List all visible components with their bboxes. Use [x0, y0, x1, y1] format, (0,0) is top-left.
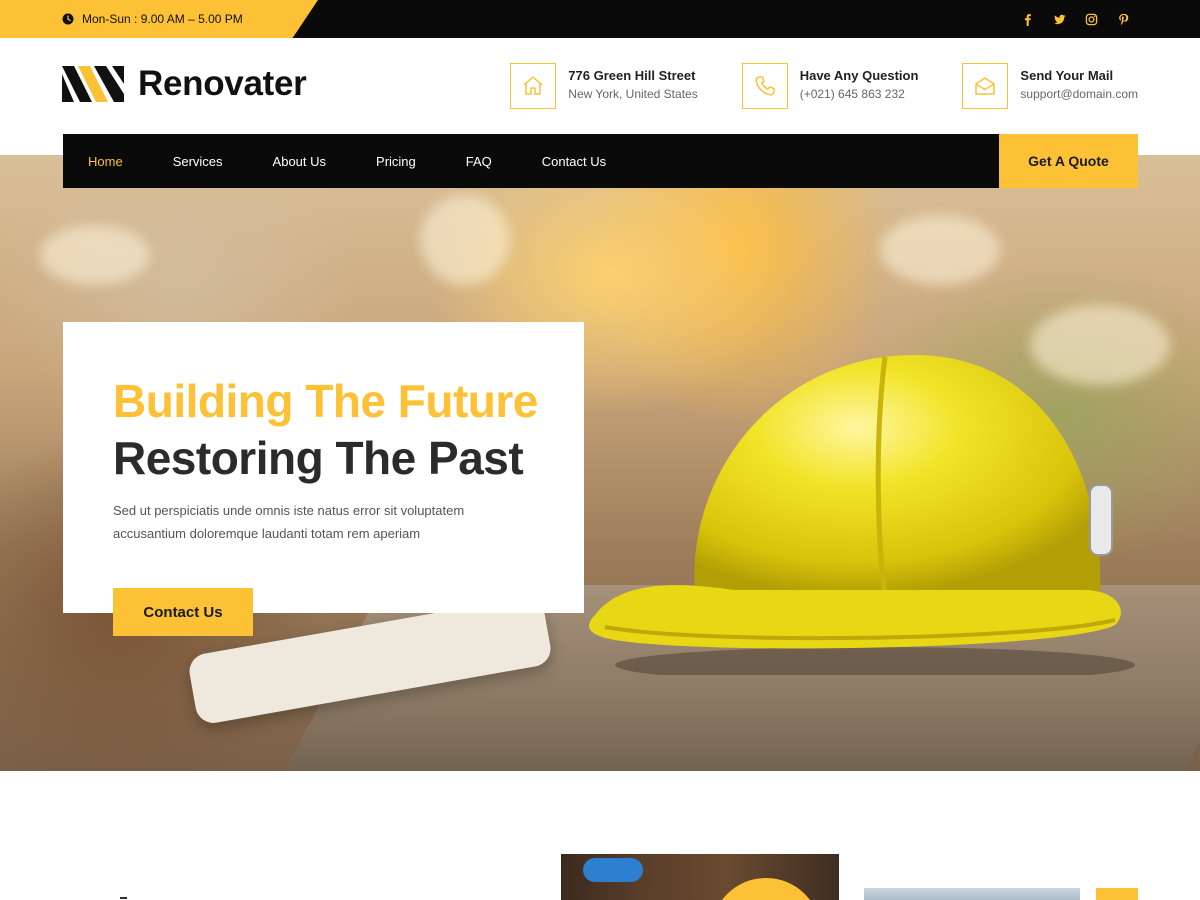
address-sub: New York, United States: [568, 87, 698, 101]
brand-logo[interactable]: Renovater: [62, 64, 307, 104]
contact-address: 776 Green Hill Street New York, United S…: [510, 63, 698, 109]
opening-hours-text: Mon-Sun : 9.00 AM – 5.00 PM: [82, 12, 243, 26]
facebook-icon[interactable]: [1020, 12, 1034, 26]
hero-contact-button[interactable]: Contact Us: [113, 588, 253, 636]
about-image-workers: [561, 854, 839, 900]
logo-mark-icon: [62, 66, 124, 102]
twitter-icon[interactable]: [1052, 12, 1066, 26]
top-bar: Mon-Sun : 9.00 AM – 5.00 PM: [0, 0, 1200, 38]
nav-item-about-us[interactable]: About Us: [273, 154, 326, 169]
hero-description: Sed ut perspiciatis unde omnis iste natu…: [113, 503, 465, 541]
hero-bokeh: [420, 195, 510, 285]
nav-item-services[interactable]: Services: [173, 154, 223, 169]
mail-icon[interactable]: [962, 63, 1009, 109]
social-links: [1020, 0, 1130, 38]
instagram-icon[interactable]: [1084, 12, 1098, 26]
hero-bokeh: [40, 225, 150, 285]
main-navigation: Home Services About Us Pricing FAQ Conta…: [63, 134, 1138, 188]
image-detail-hard-hat: [711, 878, 821, 900]
nav-item-contact-us[interactable]: Contact Us: [542, 154, 606, 169]
hero-bokeh: [880, 215, 1000, 285]
mail-title: Send Your Mail: [1020, 68, 1114, 83]
header-contacts: 776 Green Hill Street New York, United S…: [510, 63, 1138, 109]
contact-phone: Have Any Question (+021) 645 863 232: [741, 63, 919, 109]
about-image-sky: [864, 888, 1080, 900]
hero-headline-secondary: Restoring The Past: [113, 432, 524, 484]
nav-item-home[interactable]: Home: [88, 154, 123, 169]
accent-block: [1096, 888, 1138, 900]
nav-item-faq[interactable]: FAQ: [466, 154, 492, 169]
contact-mail: Send Your Mail support@domain.com: [962, 63, 1138, 109]
phone-icon[interactable]: [741, 63, 788, 109]
get-quote-button[interactable]: Get A Quote: [999, 134, 1138, 188]
opening-hours: Mon-Sun : 9.00 AM – 5.00 PM: [62, 0, 243, 38]
clock-icon: [62, 13, 74, 25]
phone-title: Have Any Question: [799, 68, 919, 83]
section-heading-fragment: [120, 897, 127, 899]
nav-item-pricing[interactable]: Pricing: [376, 154, 416, 169]
hard-hat-image: [589, 355, 1135, 675]
hero-headline-primary: Building The Future: [113, 375, 538, 427]
brand-name: Renovater: [138, 64, 307, 103]
phone-number[interactable]: (+021) 645 863 232: [800, 84, 919, 104]
image-detail-goggles: [583, 858, 643, 882]
mail-address[interactable]: support@domain.com: [1020, 84, 1138, 104]
pinterest-icon[interactable]: [1116, 12, 1130, 26]
home-icon: [510, 63, 557, 109]
address-title: 776 Green Hill Street: [568, 68, 696, 83]
